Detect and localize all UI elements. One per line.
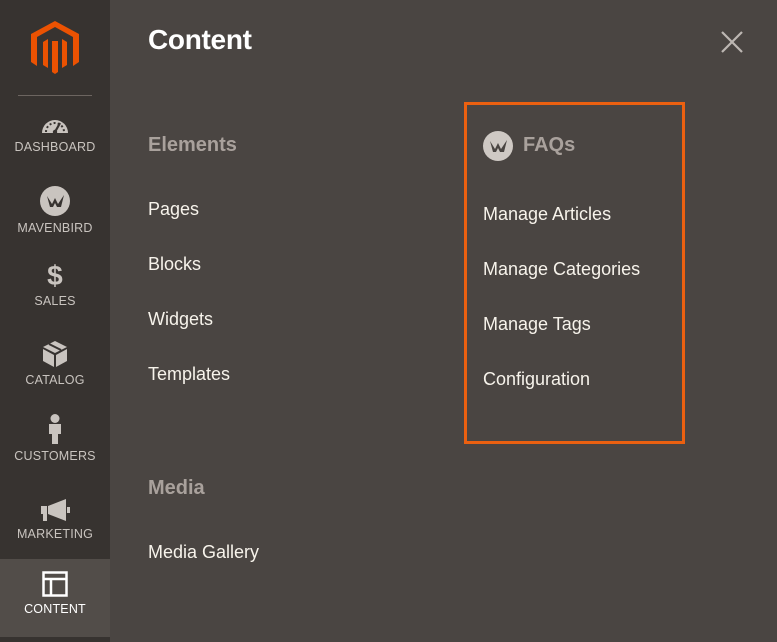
- section-title-media: Media: [148, 477, 205, 499]
- nav-item-catalog[interactable]: CATALOG: [0, 340, 110, 387]
- dollar-icon: $: [47, 260, 63, 291]
- nav-item-customers[interactable]: CUSTOMERS: [0, 414, 110, 463]
- nav-label-customers: CUSTOMERS: [14, 449, 96, 463]
- menu-link-manage-tags[interactable]: Manage Tags: [483, 314, 591, 335]
- section-title-elements: Elements: [148, 134, 237, 156]
- menu-link-manage-articles[interactable]: Manage Articles: [483, 204, 611, 225]
- menu-link-media-gallery[interactable]: Media Gallery: [148, 542, 259, 563]
- menu-link-templates[interactable]: Templates: [148, 364, 230, 385]
- nav-label-mavenbird: MAVENBIRD: [17, 221, 93, 235]
- megaphone-icon: [41, 499, 70, 521]
- close-icon[interactable]: [718, 28, 746, 56]
- dashboard-icon: [42, 120, 68, 135]
- mavenbird-icon: [483, 131, 513, 161]
- person-icon: [49, 414, 61, 444]
- logo-divider: [18, 95, 92, 96]
- nav-label-sales: SALES: [34, 294, 76, 308]
- menu-link-configuration[interactable]: Configuration: [483, 369, 590, 390]
- section-title-faqs: FAQs: [523, 134, 576, 156]
- layout-icon: [42, 571, 68, 597]
- nav-item-mavenbird[interactable]: MAVENBIRD: [0, 186, 110, 235]
- nav-item-dashboard[interactable]: DASHBOARD: [0, 113, 110, 154]
- nav-item-content[interactable]: CONTENT: [0, 559, 110, 637]
- nav-label-marketing: MARKETING: [16, 527, 94, 541]
- menu-link-widgets[interactable]: Widgets: [148, 309, 213, 330]
- nav-item-marketing[interactable]: MARKETING: [0, 498, 110, 541]
- menu-link-pages[interactable]: Pages: [148, 199, 199, 220]
- menu-link-manage-categories[interactable]: Manage Categories: [483, 259, 640, 280]
- nav-label-dashboard: DASHBOARD: [14, 140, 96, 154]
- magento-logo-icon[interactable]: [29, 20, 81, 74]
- nav-label-content: CONTENT: [24, 602, 86, 616]
- nav-label-catalog: CATALOG: [25, 373, 85, 387]
- panel-title: Content: [148, 24, 252, 55]
- menu-link-blocks[interactable]: Blocks: [148, 254, 201, 275]
- box-icon: [43, 341, 67, 367]
- admin-sidebar: DASHBOARD MAVENBIRD $ SALES CATALOG CUST…: [0, 0, 110, 642]
- nav-item-sales[interactable]: $ SALES: [0, 260, 110, 309]
- mavenbird-icon: [40, 186, 70, 216]
